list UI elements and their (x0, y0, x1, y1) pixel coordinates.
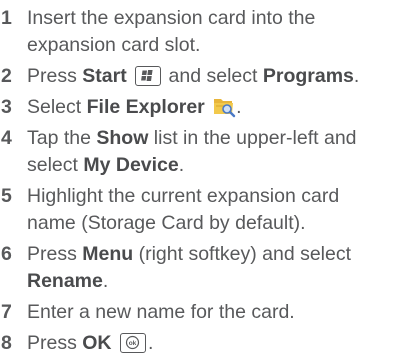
step-text: Select File Explorer . (25, 94, 400, 121)
ok-label: OK (82, 332, 112, 354)
step-number: 6 (1, 243, 12, 265)
step-7: 7 Enter a new name for the card. (0, 299, 400, 326)
step-line: Enter a new name for the card. (27, 301, 295, 323)
step-text: Tap the Show list in the upper-left and s… (25, 125, 400, 179)
step-text: Enter a new name for the card. (25, 299, 400, 326)
step-number: 5 (1, 185, 12, 207)
step-text: Insert the expansion card into the expan… (25, 5, 400, 59)
step-6: 6 Press Menu (right softkey) and select R… (0, 241, 400, 295)
step-1: 1 Insert the expansion card into the exp… (0, 5, 400, 59)
file-explorer-label: File Explorer (86, 96, 205, 118)
menu-label: Menu (82, 243, 134, 265)
step-number: 2 (1, 65, 12, 87)
svg-text:ok: ok (129, 340, 137, 347)
rename-label: Rename (27, 270, 103, 292)
step-number: 1 (1, 7, 12, 29)
step-line: Highlight the current expansion card (27, 185, 340, 207)
step-text: Press Menu (right softkey) and select Ren… (25, 241, 400, 295)
file-explorer-folder-icon (212, 94, 236, 118)
step-text: Press Start and select Programs. (25, 63, 400, 90)
step-line: expansion card slot. (27, 34, 201, 56)
step-8: 8 Press OK ok. (0, 330, 400, 357)
step-4: 4 Tap the Show list in the upper-left an… (0, 125, 400, 179)
step-line: Insert the expansion card into the (27, 7, 316, 29)
step-text-part: select (27, 154, 84, 176)
step-text: Highlight the current expansion card nam… (25, 183, 400, 237)
step-3: 3 Select File Explorer . (0, 94, 400, 121)
show-list-label: Show (96, 127, 149, 149)
step-line: name (Storage Card by default). (27, 212, 306, 234)
step-text-part: . (147, 332, 154, 354)
step-text-part: . (236, 96, 242, 118)
step-number: 3 (1, 96, 12, 118)
step-text-part: . (102, 270, 109, 292)
step-text-part: Select (27, 96, 87, 118)
windows-start-key-icon (135, 66, 162, 86)
step-text-part: Press (27, 65, 83, 87)
ok-key-icon: ok (119, 333, 146, 353)
step-2: 2 Press Start and select Programs. (0, 63, 400, 90)
step-text-part: list in the upper-left and (148, 127, 357, 149)
programs-label: Programs (262, 65, 354, 87)
start-key-label: Start (82, 65, 127, 87)
step-text: Press OK ok. (25, 330, 400, 357)
step-number: 4 (1, 127, 12, 149)
step-5: 5 Highlight the current expansion card n… (0, 183, 400, 237)
step-text-part: (right softkey) and select (133, 243, 352, 265)
step-text-part: . (353, 65, 360, 87)
step-number: 7 (1, 301, 12, 323)
step-number: 8 (1, 332, 12, 354)
step-text-part: Press (27, 332, 83, 354)
my-device-label: My Device (83, 154, 179, 176)
step-text-part: Press (27, 243, 83, 265)
step-text-part: Tap the (27, 127, 97, 149)
step-text-part: . (178, 154, 185, 176)
step-text-part: and select (163, 65, 263, 87)
